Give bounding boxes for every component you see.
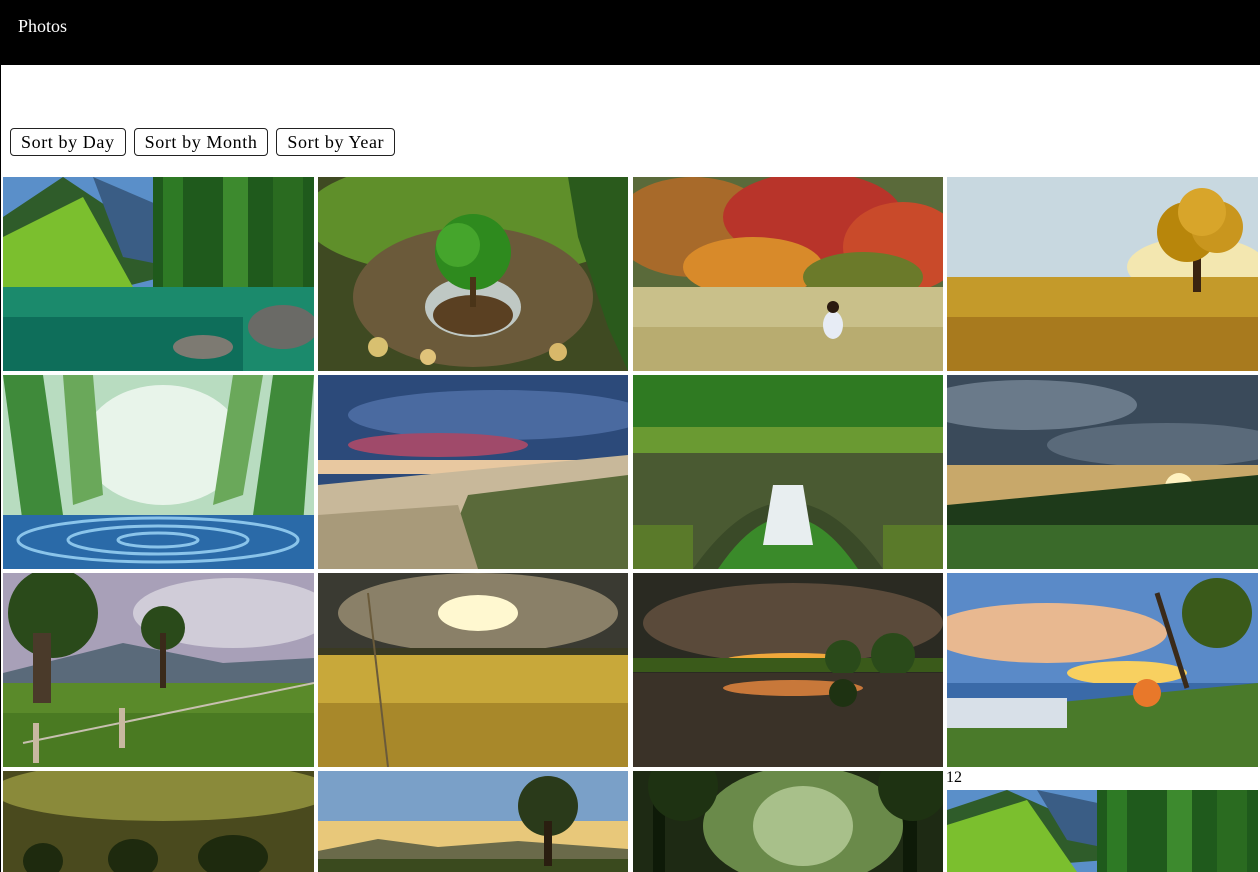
photo-thumbnail[interactable]: [3, 573, 314, 767]
photo-thumbnail[interactable]: [318, 375, 628, 569]
sort-toolbar: Sort by Day Sort by Month Sort by Year: [10, 128, 396, 156]
sort-by-month-button[interactable]: Sort by Month: [133, 128, 269, 156]
photo-thumbnail[interactable]: [3, 375, 314, 569]
photo-thumbnail[interactable]: [318, 573, 628, 767]
photo-thumbnail[interactable]: [3, 177, 314, 371]
photo-thumbnail[interactable]: [947, 177, 1258, 371]
photo-thumbnail[interactable]: [3, 771, 314, 872]
app-title: Photos: [18, 16, 68, 36]
photo-thumbnail[interactable]: [633, 573, 943, 767]
photo-thumbnail[interactable]: [633, 771, 943, 872]
photo-thumbnail[interactable]: [947, 375, 1258, 569]
sort-by-year-button[interactable]: Sort by Year: [276, 128, 396, 156]
photo-thumbnail[interactable]: [947, 573, 1258, 767]
photo-thumbnail[interactable]: [947, 790, 1258, 872]
photo-thumbnail[interactable]: [318, 177, 628, 371]
photo-thumbnail[interactable]: [633, 177, 943, 371]
sort-by-day-button[interactable]: Sort by Day: [10, 128, 126, 156]
photo-thumbnail[interactable]: [633, 375, 943, 569]
app-header: Photos: [0, 0, 1260, 65]
page-left-border: [0, 65, 1, 872]
group-label: 12: [946, 769, 962, 786]
photo-thumbnail[interactable]: [318, 771, 628, 872]
